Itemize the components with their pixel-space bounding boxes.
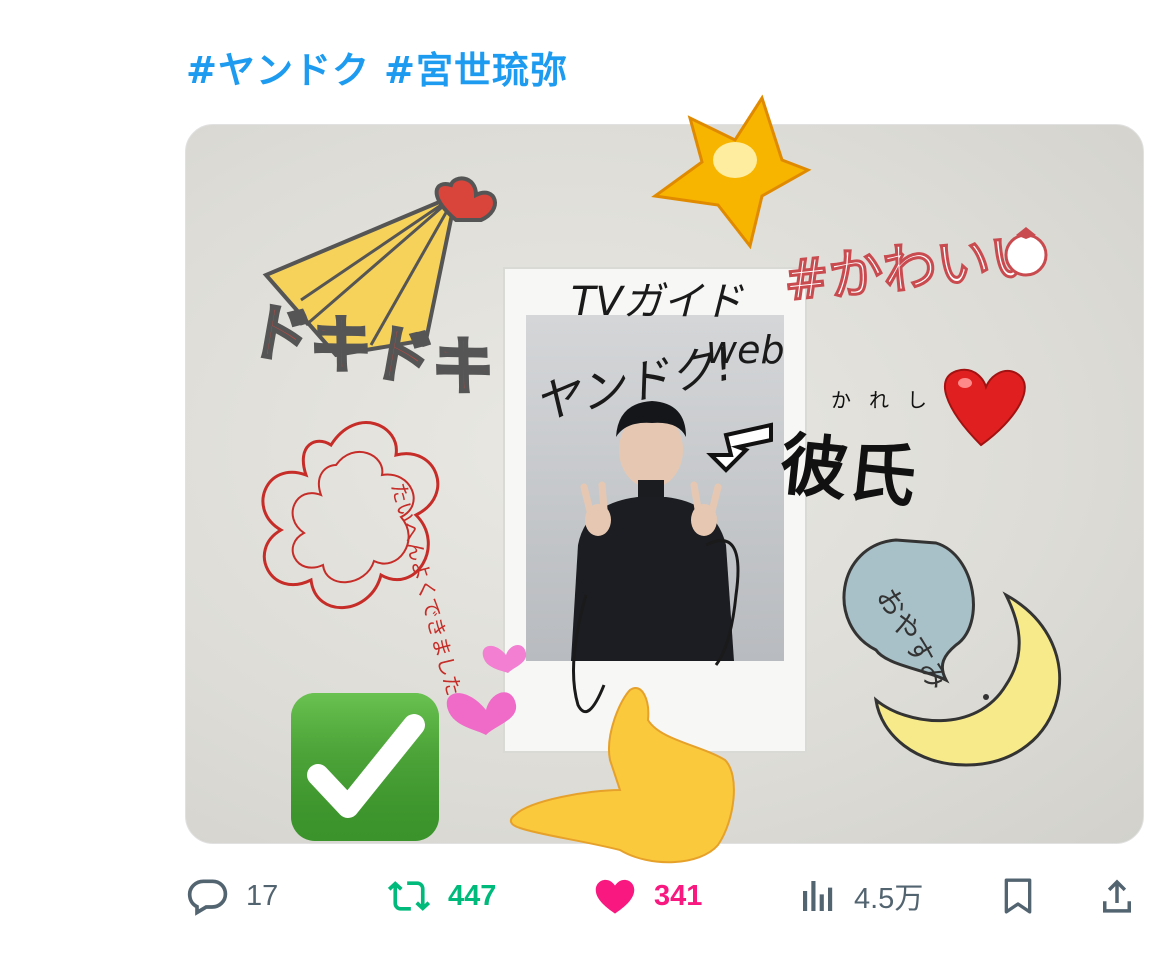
views-button[interactable]: 4.5万	[798, 866, 923, 926]
taihen-text: たいへんよくできました。	[386, 480, 471, 717]
reply-button[interactable]: 17	[186, 866, 278, 926]
retweet-count: 447	[448, 879, 497, 912]
views-chart-icon	[803, 881, 833, 911]
hashtag-link-2[interactable]: #宮世琉弥	[384, 44, 568, 98]
oyasumi-sticker: おやすみ	[842, 538, 975, 696]
hashtag-link-1[interactable]: #ヤンドク	[186, 44, 370, 98]
kareshi-ruby: かれし	[831, 388, 945, 412]
view-count: 4.5万	[854, 883, 924, 915]
doki-doki-sticker: ドキドキ	[242, 176, 502, 409]
heart-filled-icon	[595, 879, 635, 914]
retweet-icon	[387, 881, 431, 911]
retweet-button[interactable]: 447	[386, 866, 496, 926]
hashtag-row: #ヤンドク #宮世琉弥	[186, 44, 568, 98]
tweet-photo[interactable]: TVガイド ヤンドク! web ドキドキ #かわいい かれし 彼氏 たいへんよく…	[185, 124, 1144, 844]
polaroid-text-3: web	[706, 328, 785, 372]
share-icon	[1103, 879, 1131, 913]
like-count: 341	[654, 879, 703, 912]
action-bar: 17 447 341 4.5万	[186, 866, 1141, 926]
kawaii-text: #かわいい	[781, 223, 1047, 313]
kareshi-text: 彼氏	[776, 425, 920, 518]
heart-icon	[943, 368, 1026, 447]
check-mark-button-icon	[291, 693, 439, 841]
kawaii-sticker: #かわいい	[779, 221, 1048, 314]
polaroid-text-1: TVガイド	[571, 279, 745, 325]
bookmark-icon	[1004, 878, 1032, 914]
share-button[interactable]	[1096, 866, 1138, 926]
like-button[interactable]: 341	[592, 866, 702, 926]
bookmark-button[interactable]	[998, 866, 1038, 926]
reply-count: 17	[246, 879, 279, 912]
polaroid-photo: TVガイド ヤンドク! web	[503, 267, 807, 753]
reply-icon	[187, 879, 228, 916]
taihen-stamp: たいへんよくできました。	[261, 421, 471, 718]
